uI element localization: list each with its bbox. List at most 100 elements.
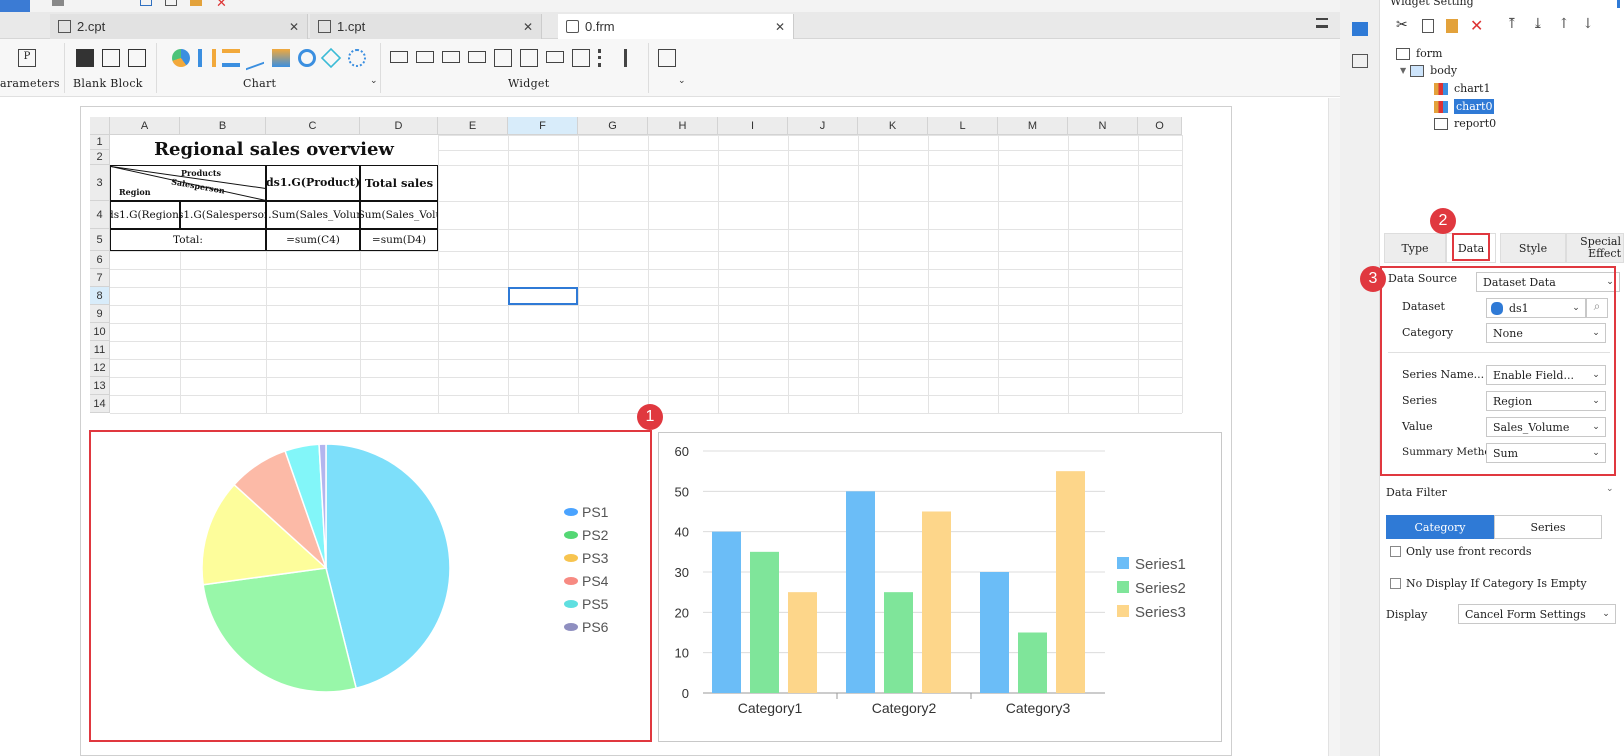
row-header[interactable]: 3 bbox=[90, 165, 110, 201]
tab-style[interactable]: Style bbox=[1500, 233, 1566, 263]
bar[interactable] bbox=[750, 551, 779, 693]
textarea-widget-icon[interactable] bbox=[572, 49, 590, 67]
paste-icon[interactable] bbox=[190, 0, 202, 6]
only-front-records-row[interactable]: Only use front records bbox=[1390, 545, 1532, 558]
bar[interactable] bbox=[884, 592, 913, 693]
diagonal-header-cell[interactable]: ProductsSalespersonRegion bbox=[110, 165, 266, 201]
row-header[interactable]: 7 bbox=[90, 269, 110, 287]
bar-chart-icon[interactable] bbox=[198, 49, 216, 67]
search-widget-icon[interactable] bbox=[658, 49, 676, 67]
cell-d5[interactable]: =sum(D4) bbox=[360, 229, 438, 251]
tab-0frm[interactable]: 0.frm ✕ bbox=[558, 14, 794, 39]
column-header[interactable]: A bbox=[110, 117, 180, 135]
report-title[interactable]: Regional sales overview bbox=[110, 135, 438, 165]
delete-icon[interactable]: ✕ bbox=[1470, 16, 1483, 35]
column-header[interactable]: M bbox=[998, 117, 1068, 135]
tab-block-icon[interactable] bbox=[128, 49, 146, 67]
column-header[interactable]: J bbox=[788, 117, 858, 135]
cell-d4[interactable]: ds1.Sum(Sales_Volume) bbox=[360, 201, 438, 229]
chart1-bar[interactable]: 0 10 20 30 40 50 60 Category1 Category2 Category3… bbox=[658, 432, 1222, 742]
copy-icon[interactable] bbox=[1422, 19, 1434, 33]
column-header[interactable]: K bbox=[858, 117, 928, 135]
no-display-checkbox[interactable] bbox=[1390, 578, 1401, 589]
copy-icon[interactable] bbox=[165, 0, 177, 6]
bar[interactable] bbox=[712, 531, 741, 693]
text-widget-icon[interactable] bbox=[416, 51, 434, 63]
row-header[interactable]: 2 bbox=[90, 150, 110, 165]
no-display-row[interactable]: No Display If Category Is Empty bbox=[1390, 577, 1587, 590]
cell-c5[interactable]: =sum(C4) bbox=[266, 229, 360, 251]
row-header[interactable]: 5 bbox=[90, 229, 110, 251]
bar[interactable] bbox=[846, 491, 875, 693]
column-header[interactable]: L bbox=[928, 117, 998, 135]
gauge-chart-icon[interactable] bbox=[298, 49, 316, 67]
radio-group-icon[interactable] bbox=[598, 49, 616, 67]
row-header[interactable]: 14 bbox=[90, 395, 110, 413]
vertical-scrollbar[interactable] bbox=[1328, 98, 1340, 756]
radar-chart-icon[interactable] bbox=[320, 47, 342, 69]
tab-type[interactable]: Type bbox=[1384, 233, 1446, 263]
close-icon[interactable]: ✕ bbox=[289, 20, 299, 34]
tree-widget-icon[interactable] bbox=[494, 49, 512, 67]
bar[interactable] bbox=[922, 511, 951, 694]
close-icon[interactable]: ✕ bbox=[775, 20, 785, 34]
move-bottom-icon[interactable]: ⤓ bbox=[1532, 16, 1544, 32]
area-chart-icon[interactable] bbox=[272, 49, 290, 67]
checkbox-group-icon[interactable] bbox=[624, 49, 642, 67]
selected-cell[interactable] bbox=[508, 287, 578, 305]
combobox-widget-icon[interactable] bbox=[468, 51, 486, 63]
select-all-corner[interactable] bbox=[90, 117, 110, 135]
row-header[interactable]: 8 bbox=[90, 287, 110, 305]
widget-expand-icon[interactable]: ⌄ bbox=[678, 76, 686, 86]
number-widget-icon[interactable] bbox=[546, 51, 564, 63]
data-filter-header[interactable]: Data Filter bbox=[1386, 486, 1447, 499]
row-header[interactable]: 12 bbox=[90, 359, 110, 377]
only-front-records-checkbox[interactable] bbox=[1390, 546, 1401, 557]
bar[interactable] bbox=[1018, 632, 1047, 694]
label-widget-icon[interactable] bbox=[390, 51, 408, 63]
cell-c3[interactable]: ds1.G(Product) bbox=[266, 165, 360, 201]
save-icon[interactable] bbox=[52, 0, 64, 6]
scatter-chart-icon[interactable] bbox=[348, 49, 366, 67]
tab-2cpt[interactable]: 2.cpt ✕ bbox=[50, 14, 308, 39]
chart-expand-icon[interactable]: ⌄ bbox=[370, 76, 378, 86]
tree-item-form[interactable]: form bbox=[1396, 47, 1442, 60]
row-header[interactable]: 10 bbox=[90, 323, 110, 341]
tree-item-chart0[interactable]: chart0 bbox=[1434, 99, 1495, 114]
tree-item-chart1[interactable]: chart1 bbox=[1434, 82, 1490, 95]
cell-a4[interactable]: ds1.G(Region) bbox=[110, 201, 180, 229]
row-header[interactable]: 11 bbox=[90, 341, 110, 359]
row-header[interactable]: 13 bbox=[90, 377, 110, 395]
tab-menu-icon[interactable] bbox=[1316, 18, 1328, 28]
blank-block-icon[interactable] bbox=[76, 49, 94, 67]
tab-1cpt[interactable]: 1.cpt ✕ bbox=[310, 14, 542, 39]
column-header[interactable]: C bbox=[266, 117, 360, 135]
cell-c4[interactable]: ds1.Sum(Sales_Volume) bbox=[266, 201, 360, 229]
date-widget-icon[interactable] bbox=[520, 49, 538, 67]
block-layout-icon[interactable] bbox=[102, 49, 120, 67]
column-header[interactable]: I bbox=[718, 117, 788, 135]
cell-d3[interactable]: Total sales bbox=[360, 165, 438, 201]
row-header[interactable]: 9 bbox=[90, 305, 110, 323]
column-header[interactable]: G bbox=[578, 117, 648, 135]
bar[interactable] bbox=[980, 572, 1009, 693]
report0-sheet[interactable]: A B C D E F G H I J K L M N O 1 2 3 4 5 6 7 8 9 10 11 12 13 14 Region… bbox=[90, 117, 1222, 427]
tool-icon[interactable] bbox=[140, 0, 152, 6]
bar[interactable] bbox=[788, 592, 817, 693]
cut-icon[interactable]: ✂ bbox=[1396, 17, 1408, 33]
pie-chart-icon[interactable] bbox=[172, 49, 190, 67]
close-icon[interactable]: ✕ bbox=[523, 20, 533, 34]
widget-setting-icon[interactable] bbox=[1352, 22, 1368, 36]
layout-icon[interactable] bbox=[1352, 54, 1368, 68]
row-header[interactable]: 6 bbox=[90, 251, 110, 269]
move-up-icon[interactable]: ↑ bbox=[1558, 16, 1570, 32]
column-header[interactable]: E bbox=[438, 117, 508, 135]
paste-icon[interactable] bbox=[1446, 19, 1458, 33]
filter-tab-category[interactable]: Category bbox=[1386, 515, 1494, 539]
cell-a5[interactable]: Total: bbox=[110, 229, 266, 251]
filter-tab-series[interactable]: Series bbox=[1494, 515, 1602, 539]
panel-pin-icon[interactable] bbox=[1617, 0, 1620, 8]
row-header[interactable]: 4 bbox=[90, 201, 110, 229]
parameter-icon[interactable]: P bbox=[18, 49, 36, 67]
cell-b4[interactable]: ds1.G(Salesperson) bbox=[180, 201, 266, 229]
